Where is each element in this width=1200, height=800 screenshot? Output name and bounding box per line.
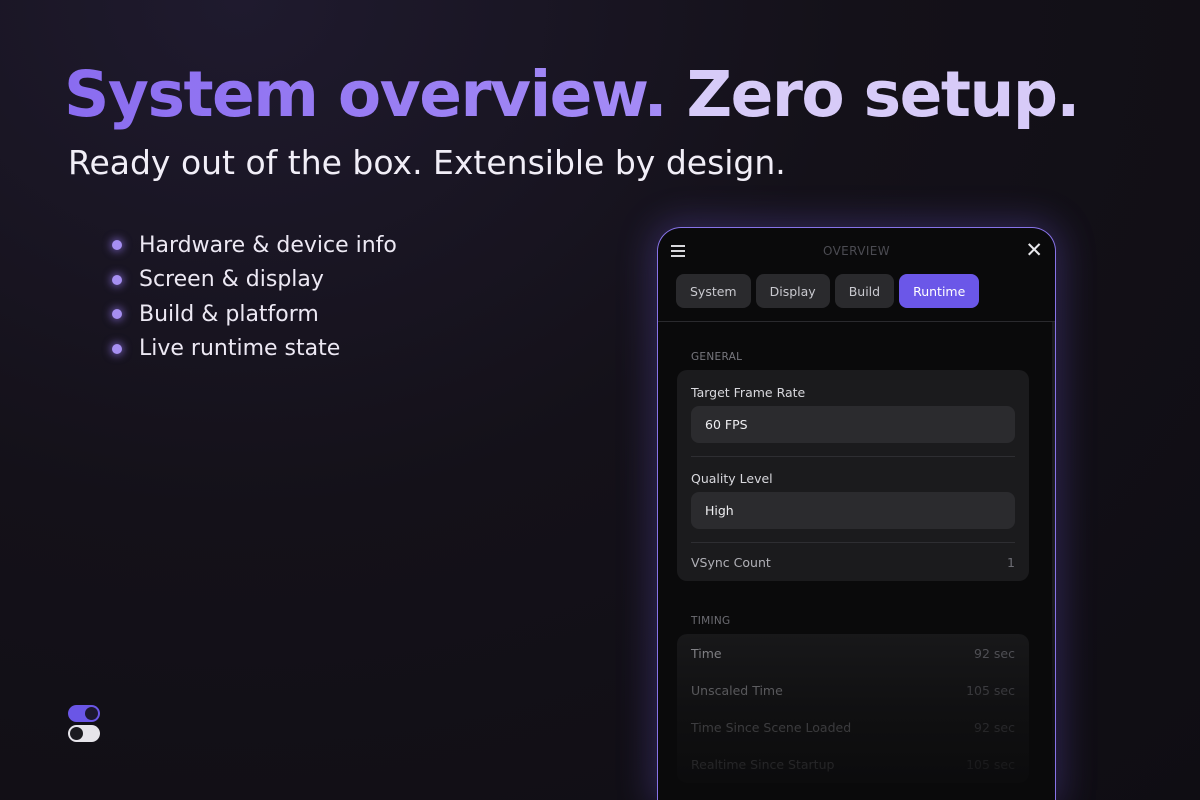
headline-part1: System overview. [64,58,668,131]
timing-row: Time 92 sec [691,635,1015,672]
tab-bar: System Display Build Runtime [658,274,1055,322]
timing-row-value: 105 sec [966,757,1015,772]
tab-build[interactable]: Build [834,274,895,308]
vsync-count-label: VSync Count [691,554,771,570]
logo [68,705,100,745]
toggle-on-icon [68,705,100,722]
timing-row: Time Since Scene Loaded 92 sec [691,709,1015,746]
bullet-dot-icon [112,240,122,251]
quality-level-field[interactable]: High [691,492,1015,529]
toggle-off-icon [68,725,100,742]
close-icon[interactable]: ✕ [1025,240,1043,261]
vsync-count-row: VSync Count 1 [691,543,1015,581]
overview-panel: OVERVIEW ✕ System Display Build Runtime … [657,227,1056,800]
section-label-timing: TIMING [691,615,731,627]
target-frame-rate-field[interactable]: 60 FPS [691,406,1015,443]
timing-row-value: 92 sec [974,646,1015,661]
feature-item: Screen & display [112,263,397,298]
quality-level-label: Quality Level [691,471,773,486]
bullet-dot-icon [112,309,122,320]
timing-row: Realtime Since Startup 105 sec [691,746,1015,783]
feature-list: Hardware & device info Screen & display … [112,228,397,366]
headline-part2: Zero setup. [686,58,1080,131]
tab-system[interactable]: System [676,274,751,308]
timing-row-value: 92 sec [974,720,1015,735]
tab-runtime[interactable]: Runtime [899,274,980,308]
general-card: Target Frame Rate 60 FPS Quality Level H… [677,370,1029,581]
timing-row-label: Time Since Scene Loaded [691,720,852,735]
target-frame-rate-label: Target Frame Rate [691,385,806,400]
timing-row-label: Time [691,646,722,661]
timing-row-label: Realtime Since Startup [691,757,835,772]
feature-label: Screen & display [139,267,324,293]
timing-row: Unscaled Time 105 sec [691,672,1015,709]
timing-card: Time 92 sec Unscaled Time 105 sec Time S… [677,634,1029,783]
tab-display[interactable]: Display [755,274,830,308]
headline: System overview. Zero setup. [64,58,1080,131]
scrollbar[interactable] [1052,322,1055,792]
panel-content: GENERAL Target Frame Rate 60 FPS Quality… [658,322,1055,800]
timing-row-label: Unscaled Time [691,683,783,698]
subheadline: Ready out of the box. Extensible by desi… [68,143,786,182]
section-label-general: GENERAL [691,351,743,363]
panel-header: OVERVIEW ✕ [658,228,1055,274]
panel-title: OVERVIEW [822,244,891,258]
feature-label: Build & platform [139,301,319,327]
vsync-count-value: 1 [1007,554,1015,570]
feature-label: Hardware & device info [139,232,397,258]
feature-item: Live runtime state [112,332,397,367]
feature-item: Hardware & device info [112,228,397,263]
bullet-dot-icon [112,343,122,354]
timing-row-value: 105 sec [966,683,1015,698]
bullet-dot-icon [112,274,122,285]
feature-item: Build & platform [112,297,397,332]
feature-label: Live runtime state [139,336,341,362]
